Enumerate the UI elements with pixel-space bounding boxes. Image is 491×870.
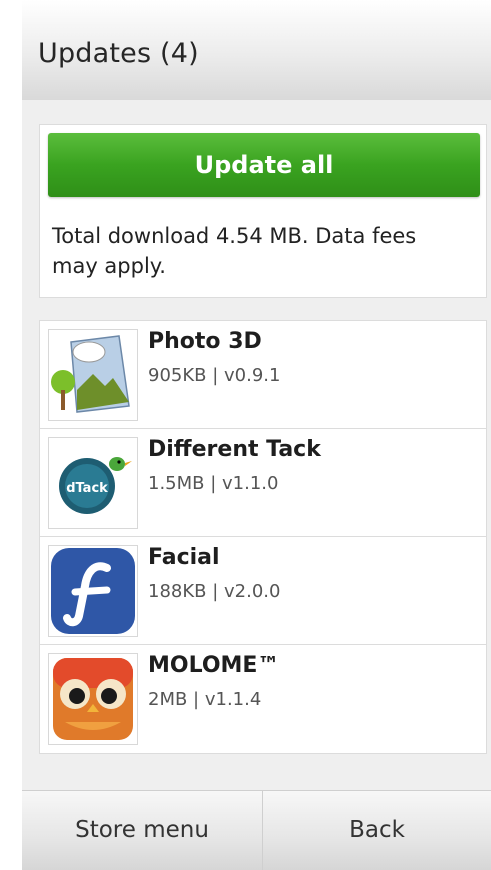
list-item[interactable]: MOLOME™ 2MB | v1.1.4 bbox=[40, 645, 486, 753]
app-name: Facial bbox=[148, 545, 220, 570]
app-size-version: 188KB | v2.0.0 bbox=[148, 581, 281, 602]
content-area: Update all Total download 4.54 MB. Data … bbox=[22, 100, 491, 790]
store-menu-button[interactable]: Store menu bbox=[22, 791, 262, 870]
photo-3d-icon bbox=[48, 329, 138, 421]
download-info-text: Total download 4.54 MB. Data fees may ap… bbox=[52, 224, 417, 278]
list-item[interactable]: Photo 3D 905KB | v0.9.1 bbox=[40, 321, 486, 429]
svg-text:dTack: dTack bbox=[66, 481, 108, 496]
different-tack-icon: dTack bbox=[48, 437, 138, 529]
app-size-version: 1.5MB | v1.1.0 bbox=[148, 473, 279, 494]
page-title: Updates (4) bbox=[38, 38, 199, 69]
header-bar: Updates (4) bbox=[22, 0, 491, 100]
app-name: MOLOME™ bbox=[148, 653, 280, 678]
app-size-version: 905KB | v0.9.1 bbox=[148, 365, 281, 386]
facial-icon bbox=[48, 545, 138, 637]
update-panel: Update all Total download 4.54 MB. Data … bbox=[39, 124, 487, 298]
list-item[interactable]: dTack Different Tack 1.5MB | v1.1.0 bbox=[40, 429, 486, 537]
back-button[interactable]: Back bbox=[263, 791, 491, 870]
softkey-bar: Store menu Back bbox=[22, 790, 491, 870]
list-item[interactable]: Facial 188KB | v2.0.0 bbox=[40, 537, 486, 645]
app-name: Different Tack bbox=[148, 437, 321, 462]
app-name: Photo 3D bbox=[148, 329, 262, 354]
update-all-button[interactable]: Update all bbox=[48, 133, 480, 197]
app-update-list: Photo 3D 905KB | v0.9.1 dTack Different … bbox=[39, 320, 487, 754]
molome-icon bbox=[48, 653, 138, 745]
app-size-version: 2MB | v1.1.4 bbox=[148, 689, 262, 710]
